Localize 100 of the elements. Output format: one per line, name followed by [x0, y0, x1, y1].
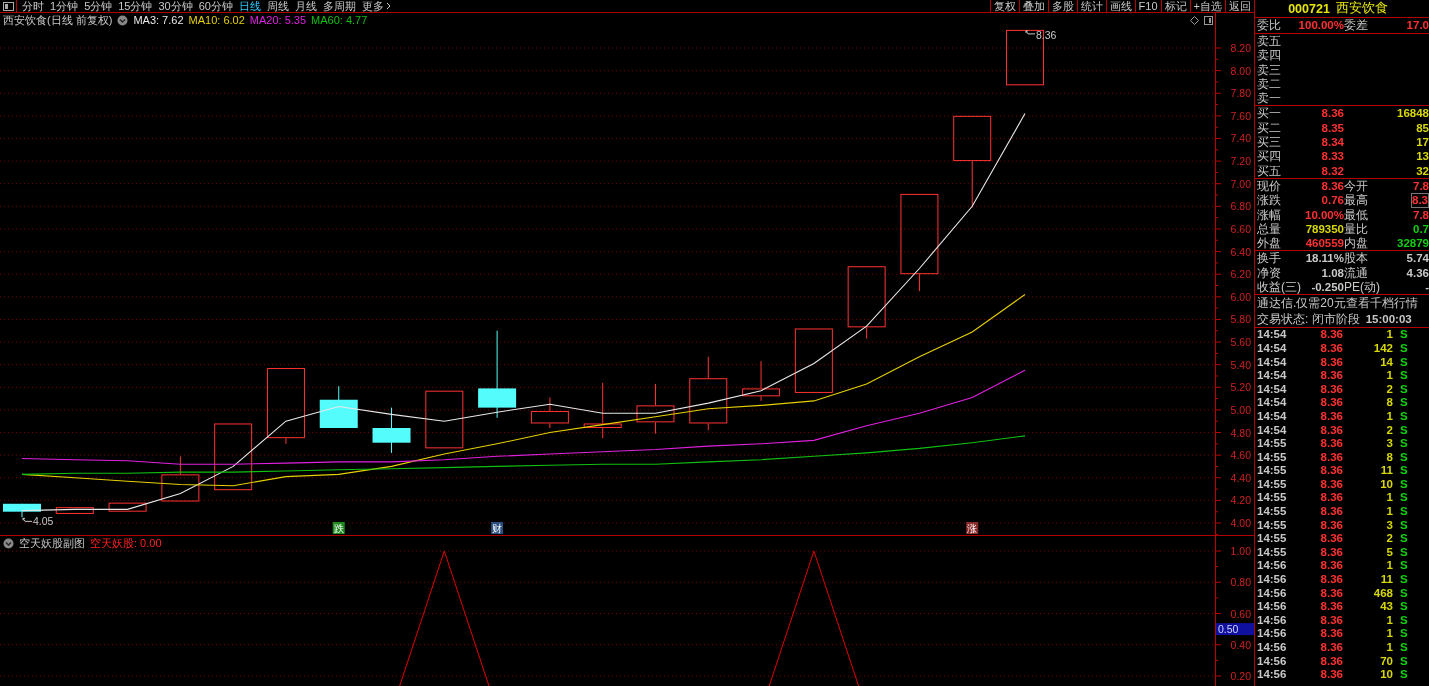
candlestick	[742, 360, 781, 402]
period-tab[interactable]: 5分钟	[82, 0, 115, 12]
trade-side: S	[1399, 423, 1407, 438]
diamond-icon[interactable]	[1190, 16, 1199, 25]
tick-price: 8.36	[1319, 423, 1343, 438]
toolbar-button[interactable]: 多股	[1047, 0, 1077, 12]
field-value: 17	[1416, 135, 1429, 150]
axis-label: 6.60	[1230, 222, 1251, 235]
period-tab[interactable]: 15分钟	[116, 0, 155, 12]
window-icon[interactable]	[1204, 16, 1213, 25]
toolbar-button[interactable]: 标记	[1160, 0, 1190, 12]
tick-time: 14:55	[1257, 437, 1288, 451]
axis-label: 7.80	[1230, 87, 1251, 100]
axis-label: 4.80	[1230, 426, 1251, 439]
trade-side: S	[1399, 668, 1407, 682]
candlestick	[425, 390, 464, 449]
field-value: 8.32	[1321, 163, 1344, 178]
tick-price: 8.36	[1319, 450, 1343, 465]
tick-volume: 10	[1379, 477, 1393, 492]
period-tab[interactable]: 日线	[237, 0, 263, 12]
tick-volume: 1	[1385, 559, 1393, 574]
tick-time: 14:55	[1257, 545, 1288, 560]
field-value: 460559	[1305, 236, 1344, 251]
notice-text[interactable]: 通达信.仅需20元查看千档行情	[1257, 295, 1418, 312]
period-tab[interactable]: 1分钟	[48, 0, 81, 12]
tick-volume: 2	[1385, 532, 1393, 546]
field-value: 8.3	[1411, 193, 1429, 208]
tick-volume: 11	[1379, 573, 1393, 587]
field-label: 流通	[1344, 265, 1368, 281]
candlestick	[583, 382, 622, 439]
field-label: 涨幅	[1257, 207, 1281, 222]
more-menu[interactable]: 更多	[360, 0, 393, 12]
period-tab[interactable]: 分时	[20, 0, 46, 12]
field-value: 17.0	[1406, 18, 1429, 33]
toolbar-button[interactable]: 返回	[1225, 0, 1254, 12]
toolbar-button[interactable]: 画线	[1105, 0, 1135, 12]
event-marker[interactable]: 财	[491, 522, 504, 534]
field-label: 委比	[1257, 18, 1281, 33]
axis-label: 5.20	[1230, 381, 1251, 394]
toolbar-button[interactable]: F10	[1134, 0, 1161, 12]
field-label: 买三	[1257, 135, 1281, 150]
dropdown-icon[interactable]	[3, 538, 14, 549]
tick-time: 14:56	[1257, 627, 1288, 641]
period-tab[interactable]: 月线	[293, 0, 319, 12]
field-label: 量比	[1344, 221, 1368, 237]
field-value: 7.8	[1413, 178, 1429, 194]
toolbar-button[interactable]: 复权	[989, 0, 1019, 12]
tick-price: 8.36	[1319, 341, 1343, 356]
tick-volume: 1	[1385, 491, 1393, 506]
indicator-value: MA60: 4.77	[311, 14, 368, 27]
toolbar-button[interactable]: +自选	[1189, 0, 1225, 12]
trade-side: S	[1399, 627, 1407, 641]
axis-label: 7.00	[1230, 177, 1251, 190]
period-tab[interactable]: 周线	[265, 0, 291, 12]
toolbar-button[interactable]: 统计	[1076, 0, 1106, 12]
tick-time: 14:55	[1257, 464, 1288, 478]
axis-label: 1.00	[1230, 545, 1251, 557]
tick-volume: 142	[1372, 341, 1393, 356]
tick-volume: 3	[1385, 437, 1393, 451]
candlestick	[3, 503, 41, 518]
tick-time: 14:56	[1257, 559, 1288, 574]
axis-label: 7.40	[1230, 132, 1251, 145]
trade-side: S	[1399, 437, 1407, 451]
period-tab[interactable]: 多周期	[321, 0, 358, 12]
tick-price: 8.36	[1319, 573, 1343, 587]
axis-label: 0.20	[1230, 670, 1251, 682]
tick-volume: 5	[1385, 545, 1393, 560]
tick-time: 14:55	[1257, 532, 1288, 546]
period-tab[interactable]: 30分钟	[156, 0, 195, 12]
candlestick	[372, 407, 411, 454]
tick-price: 8.36	[1319, 627, 1343, 641]
tick-price: 8.36	[1319, 545, 1343, 560]
period-tab[interactable]: 60分钟	[196, 0, 235, 12]
field-label: 买二	[1257, 120, 1281, 136]
tick-price: 8.36	[1319, 518, 1343, 533]
field-label: 涨跌	[1257, 193, 1281, 208]
trade-side: S	[1399, 573, 1407, 587]
event-marker[interactable]: 涨	[966, 522, 979, 534]
tick-time: 14:54	[1257, 341, 1288, 356]
field-label: 净资	[1257, 265, 1281, 281]
field-label: 内盘	[1344, 236, 1368, 251]
tick-volume: 1	[1385, 613, 1393, 628]
axis-label: 4.20	[1230, 494, 1251, 507]
tick-price: 8.36	[1319, 328, 1343, 342]
dropdown-icon[interactable]	[117, 15, 129, 26]
trade-side: S	[1399, 450, 1407, 465]
field-label: 卖四	[1257, 48, 1281, 63]
trade-side: S	[1399, 355, 1407, 370]
axis-label: 5.60	[1230, 336, 1251, 349]
field-label: 总量	[1257, 221, 1281, 237]
axis-label: 0.60	[1230, 607, 1251, 620]
toolbar-button[interactable]: 叠加	[1018, 0, 1048, 12]
event-marker[interactable]: 跌	[332, 522, 345, 534]
axis-label: 8.20	[1230, 42, 1251, 54]
panel-toggle-icon[interactable]	[2, 1, 14, 11]
stock-name: 西安饮食	[1335, 0, 1388, 17]
field-label: 换手	[1257, 251, 1281, 266]
field-value: 18.11%	[1305, 251, 1344, 266]
tick-price: 8.36	[1319, 559, 1343, 574]
tick-time: 14:56	[1257, 641, 1288, 655]
